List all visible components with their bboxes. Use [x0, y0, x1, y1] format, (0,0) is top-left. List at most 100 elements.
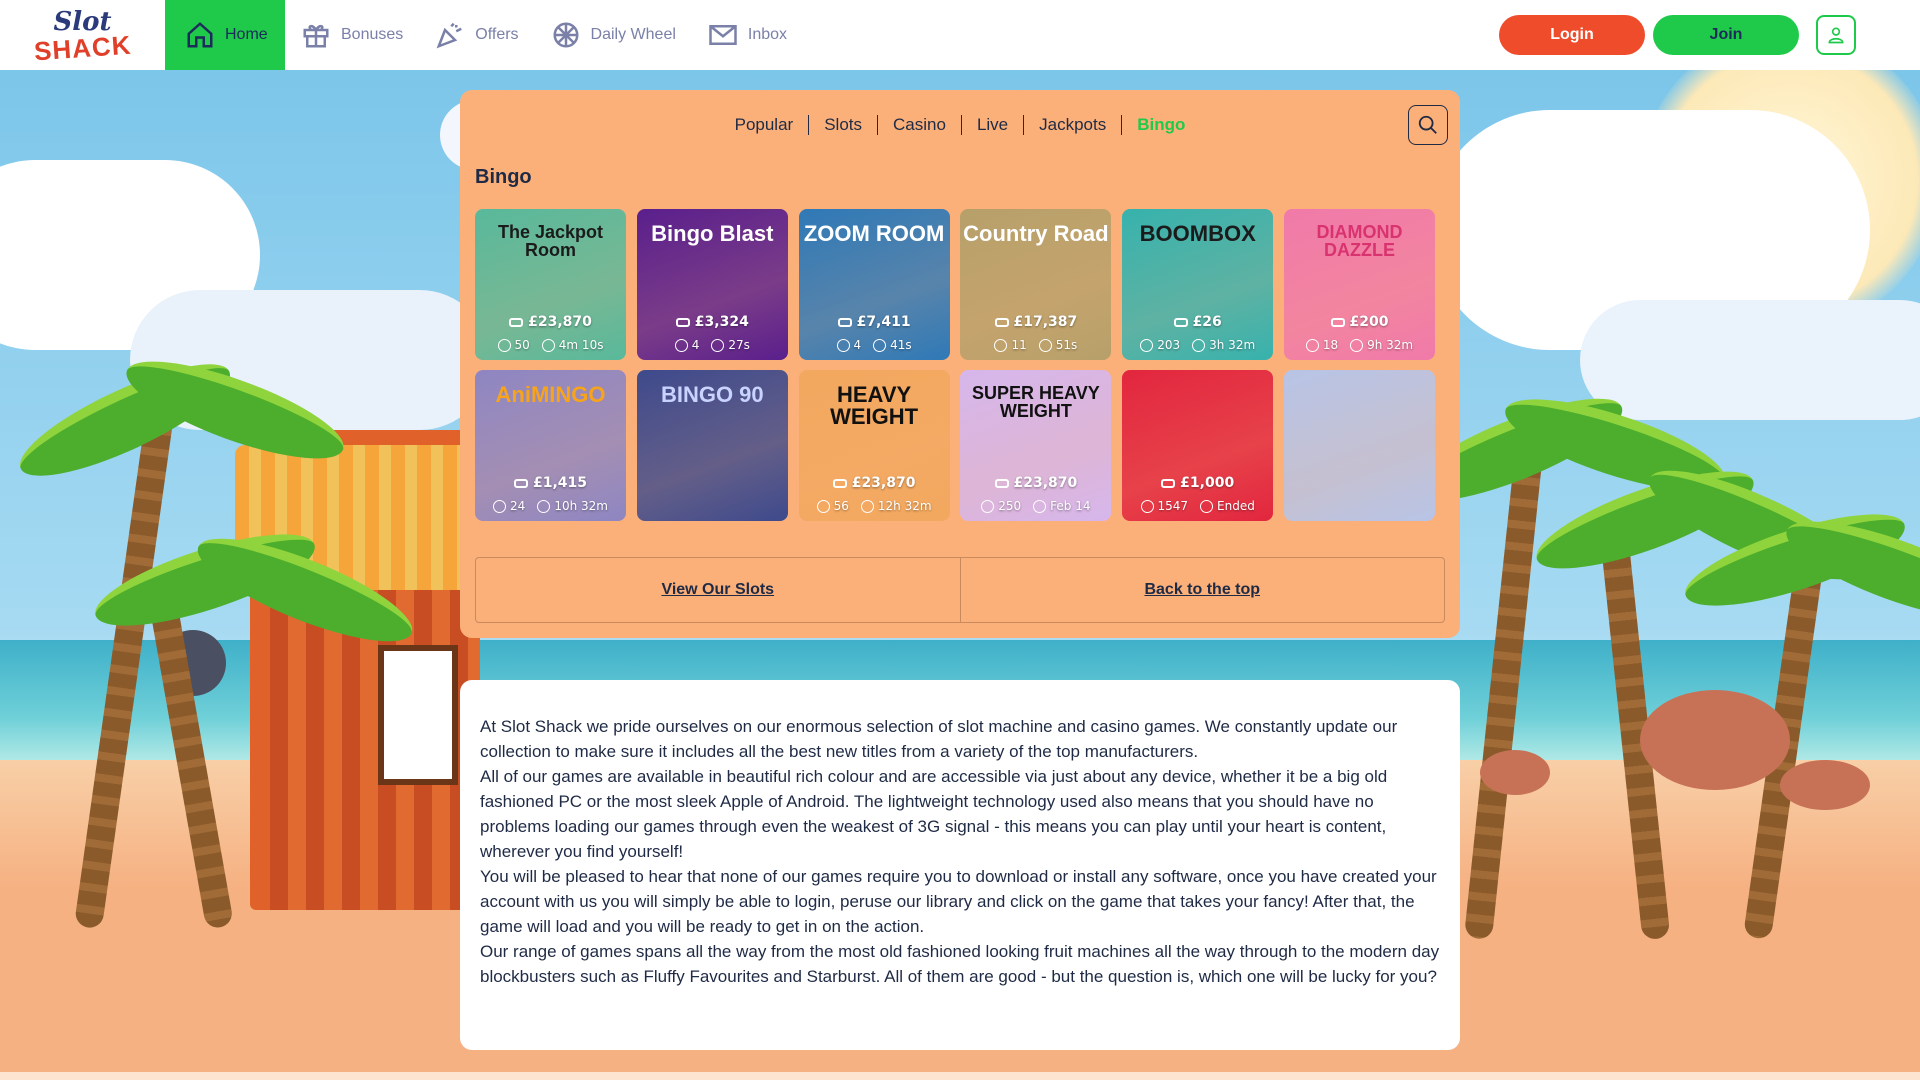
cloud — [1580, 300, 1920, 420]
tab-popular[interactable]: Popular — [720, 115, 810, 135]
game-title: DIAMOND DAZZLE — [1316, 222, 1403, 260]
game-meta: 250 Feb 14 — [960, 499, 1111, 513]
game-tile[interactable]: Country Road £17,387 11 51s — [960, 209, 1112, 360]
time-remaining-value: Feb 14 — [1050, 499, 1091, 513]
tab-bingo[interactable]: Bingo — [1122, 115, 1200, 135]
player-count-value: 203 — [1157, 338, 1181, 352]
footer-strip — [0, 1072, 1920, 1080]
view-slots-link[interactable]: View Our Slots — [476, 558, 961, 622]
game-tile[interactable]: £1,000 1547 Ended — [1122, 370, 1274, 521]
time-remaining-value: 4m 10s — [558, 338, 604, 352]
clock-icon — [1192, 338, 1206, 352]
header-actions: Login Join — [1499, 15, 1920, 55]
time-remaining: Feb 14 — [1033, 499, 1091, 513]
nav-daily-wheel[interactable]: Daily Wheel — [535, 0, 692, 70]
clock-icon — [711, 338, 725, 352]
slot-shack-logo[interactable]: Slot SHACK — [0, 0, 165, 70]
coins-icon — [994, 478, 1009, 488]
party-popper-icon — [436, 22, 463, 49]
game-tile[interactable]: AniMINGO £1,415 24 10h 32m — [475, 370, 626, 521]
player-count-value: 18 — [1322, 338, 1339, 352]
players-icon — [994, 338, 1008, 352]
game-title: BINGO 90 — [660, 382, 764, 407]
envelope-icon — [709, 25, 737, 45]
game-meta: 203 3h 32m — [1122, 338, 1273, 352]
account-button[interactable] — [1816, 15, 1856, 55]
about-paragraph: Our range of games spans all the way fro… — [480, 942, 1440, 986]
category-tabs: Popular Slots Casino Live Jackpots Bingo — [460, 90, 1460, 160]
jackpot-value: £23,870 — [1013, 475, 1078, 491]
nav-home[interactable]: Home — [165, 0, 285, 70]
clock-icon — [537, 499, 551, 513]
game-tile[interactable]: ZOOM ROOM £7,411 4 41s — [798, 209, 950, 360]
nav-label: Bonuses — [341, 26, 404, 43]
players-icon — [497, 338, 511, 352]
players-icon — [493, 499, 507, 513]
game-tile[interactable]: BOOMBOX £26 203 3h 32m — [1122, 209, 1274, 360]
jackpot-value: £7,411 — [856, 314, 911, 330]
nav-offers[interactable]: Offers — [419, 0, 534, 70]
game-meta: 50 4m 10s — [475, 338, 626, 352]
jackpot-amount: £1,000 — [1122, 475, 1273, 491]
time-remaining: 41s — [873, 338, 912, 352]
game-tile[interactable]: SUPER HEAVY WEIGHT £23,870 250 Feb 14 — [960, 370, 1112, 521]
login-button[interactable]: Login — [1499, 15, 1645, 55]
player-count-value: 24 — [510, 499, 526, 513]
clock-icon — [1350, 338, 1364, 352]
time-remaining: 9h 32m — [1350, 338, 1413, 352]
main-nav: Home Bonuses Offers Daily Wheel Inbox — [165, 0, 803, 70]
search-button[interactable] — [1408, 105, 1448, 145]
tab-casino[interactable]: Casino — [878, 115, 962, 135]
time-remaining-value: 3h 32m — [1209, 338, 1256, 352]
rock — [1780, 760, 1870, 810]
gift-icon — [303, 25, 329, 48]
time-remaining-value: 41s — [890, 338, 912, 352]
tab-live[interactable]: Live — [962, 115, 1025, 135]
back-to-top-link[interactable]: Back to the top — [961, 558, 1445, 622]
game-meta: 4 27s — [637, 338, 788, 352]
game-tile[interactable] — [1283, 370, 1435, 521]
game-title: The Jackpot Room — [497, 222, 604, 260]
clock-icon — [1038, 338, 1052, 352]
game-title: AniMINGO — [495, 382, 606, 407]
clock-icon — [1033, 499, 1047, 513]
games-panel: Popular Slots Casino Live Jackpots Bingo… — [460, 90, 1460, 638]
time-remaining-value: 12h 32m — [877, 499, 932, 513]
jackpot-amount: £200 — [1284, 314, 1435, 330]
clock-icon — [541, 338, 555, 352]
player-count: 4 — [836, 338, 861, 352]
players-icon — [1140, 338, 1154, 352]
player-count: 1547 — [1140, 499, 1188, 513]
game-tile[interactable]: BINGO 90 — [636, 370, 788, 521]
jackpot-value: £23,870 — [851, 475, 916, 491]
player-count: 11 — [994, 338, 1027, 352]
tab-jackpots[interactable]: Jackpots — [1024, 115, 1123, 135]
nav-label: Inbox — [747, 26, 788, 43]
join-button[interactable]: Join — [1653, 15, 1799, 55]
jackpot-amount: £23,870 — [960, 475, 1111, 491]
nav-inbox[interactable]: Inbox — [692, 0, 803, 70]
tab-slots[interactable]: Slots — [809, 115, 879, 135]
nav-label: Offers — [475, 26, 519, 43]
hut-board — [378, 645, 458, 785]
user-icon — [1828, 27, 1844, 44]
coins-icon — [675, 317, 690, 327]
jackpot-amount: £23,870 — [475, 314, 626, 330]
game-tile[interactable]: The Jackpot Room £23,870 50 4m 10s — [475, 209, 626, 360]
game-tile[interactable]: HEAVY WEIGHT £23,870 56 12h 32m — [798, 370, 950, 521]
jackpot-value: £17,387 — [1013, 314, 1078, 330]
about-paragraph: You will be pleased to hear that none of… — [480, 867, 1437, 936]
time-remaining: 27s — [711, 338, 750, 352]
game-meta: 24 10h 32m — [475, 499, 626, 513]
time-remaining-value: 51s — [1055, 338, 1078, 352]
coins-icon — [837, 317, 852, 327]
game-meta: 1547 Ended — [1122, 499, 1273, 513]
coins-icon — [832, 478, 847, 488]
about-paragraph: All of our games are available in beauti… — [480, 767, 1388, 861]
game-title: SUPER HEAVY WEIGHT — [972, 383, 1100, 421]
game-meta: 18 9h 32m — [1284, 338, 1435, 352]
search-icon — [1418, 115, 1437, 134]
nav-bonuses[interactable]: Bonuses — [285, 0, 419, 70]
game-tile[interactable]: Bingo Blast £3,324 4 27s — [636, 209, 788, 360]
game-tile[interactable]: DIAMOND DAZZLE £200 18 9h 32m — [1283, 209, 1435, 360]
